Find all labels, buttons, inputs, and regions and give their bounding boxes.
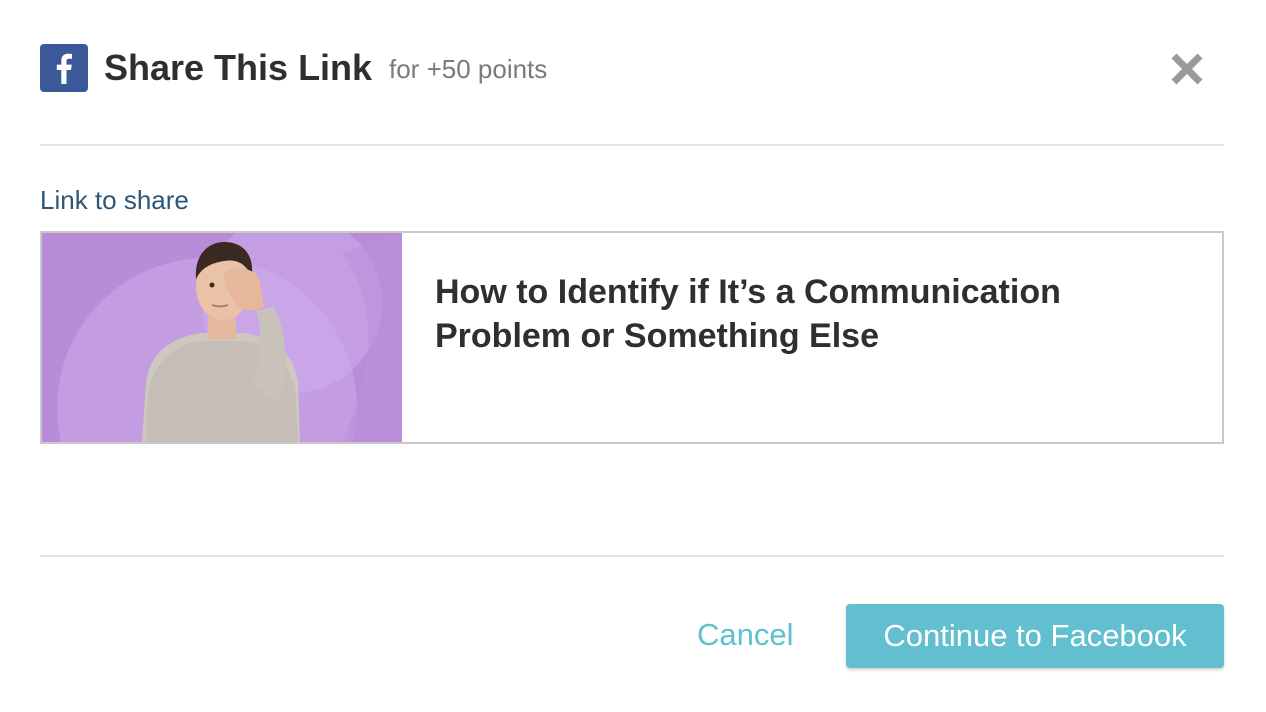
footer-divider: [40, 555, 1224, 557]
share-dialog: Share This Link for +50 points Link to s…: [0, 0, 1266, 712]
dialog-title: Share This Link: [104, 47, 373, 88]
points-subtitle: for +50 points: [389, 54, 548, 84]
cancel-button[interactable]: Cancel: [697, 614, 794, 656]
close-icon[interactable]: [1170, 52, 1204, 86]
dialog-header: Share This Link for +50 points: [40, 44, 1226, 92]
facebook-icon: [40, 44, 88, 92]
link-thumbnail-image: [42, 233, 402, 442]
header-divider: [40, 144, 1224, 146]
link-preview-card: How to Identify if It’s a Communication …: [40, 231, 1224, 444]
continue-to-facebook-button[interactable]: Continue to Facebook: [846, 604, 1224, 668]
link-to-share-label: Link to share: [40, 185, 189, 215]
link-preview-title: How to Identify if It’s a Communication …: [435, 273, 1061, 355]
